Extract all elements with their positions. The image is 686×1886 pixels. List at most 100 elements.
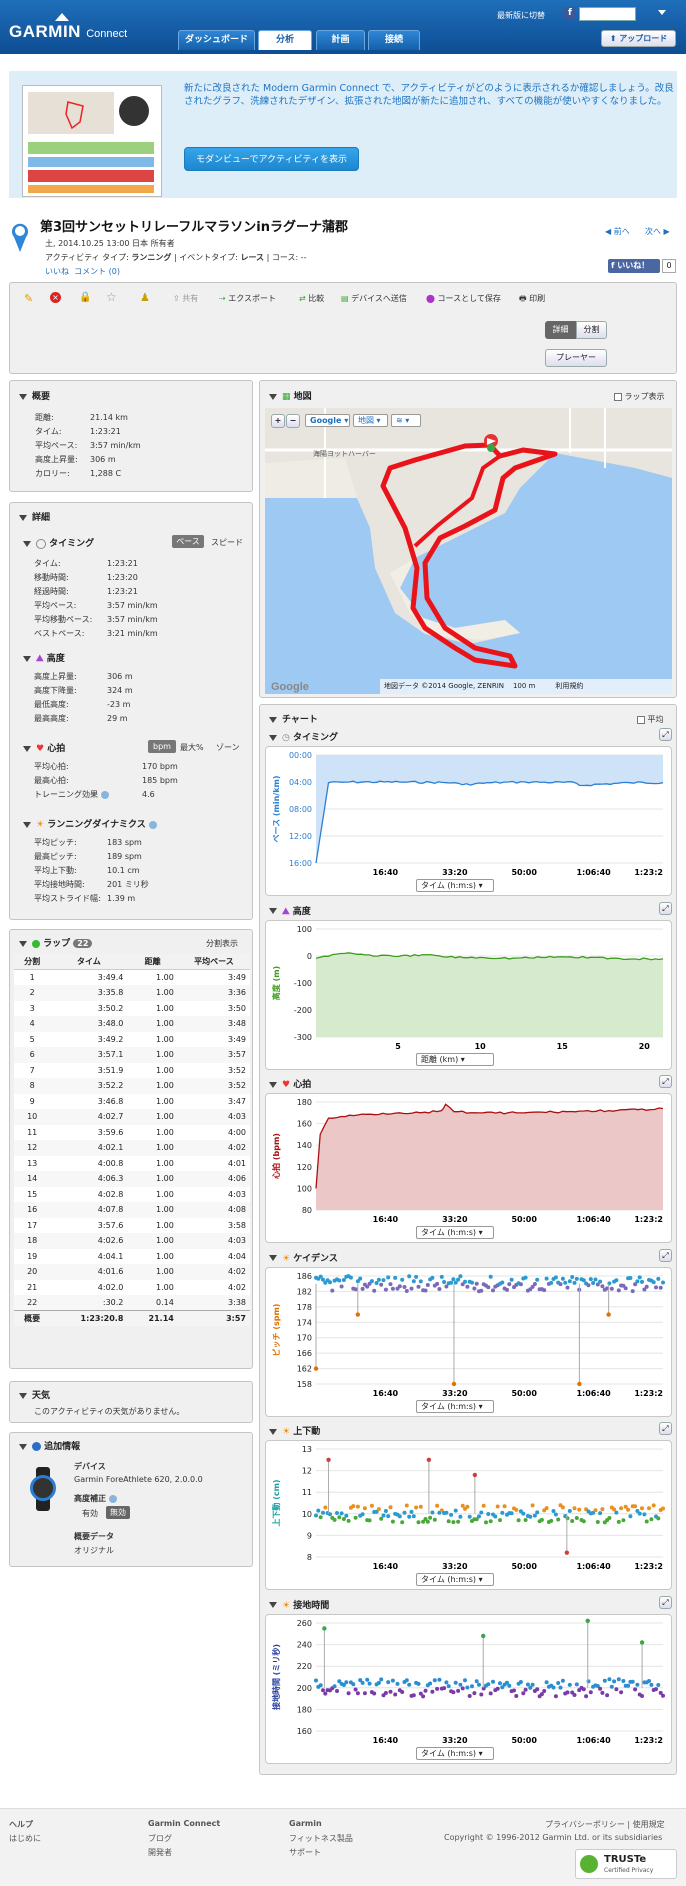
activity-type[interactable]: ランニング bbox=[131, 253, 171, 262]
x-axis-select[interactable]: タイム (h:m:s) ▾ bbox=[416, 1573, 494, 1586]
chart-svg-1[interactable]: 100 0 -100 -200 -300 5 10 15 20 高度 (m) bbox=[266, 921, 673, 1071]
table-row[interactable]: 2 3:35.8 1.00 3:36 bbox=[14, 985, 250, 1001]
column-header[interactable]: 分割 bbox=[14, 954, 50, 970]
laps-total-row[interactable]: 概要 1:23:20.8 21.14 3:57 bbox=[14, 1310, 250, 1326]
x-axis-select[interactable]: タイム (h:m:s) ▾ bbox=[416, 879, 494, 892]
device-name[interactable]: Garmin ForeAthlete 620, 2.0.0.0 bbox=[74, 1475, 203, 1484]
dynamics-help-icon[interactable] bbox=[148, 820, 157, 829]
account-chevron-down-icon[interactable] bbox=[658, 10, 666, 15]
expand-chart-icon[interactable]: ⤢ bbox=[659, 901, 672, 915]
expand-chart-icon[interactable]: ⤢ bbox=[659, 1248, 672, 1262]
table-row[interactable]: 11 3:59.6 1.00 4:00 bbox=[14, 1125, 250, 1141]
player-button[interactable]: プレーヤー bbox=[545, 349, 607, 367]
table-row[interactable]: 8 3:52.2 1.00 3:52 bbox=[14, 1078, 250, 1094]
table-row[interactable]: 5 3:49.2 1.00 3:49 bbox=[14, 1032, 250, 1048]
help-icon[interactable] bbox=[100, 790, 109, 799]
split-view-toggle[interactable]: 分割 bbox=[576, 321, 607, 339]
footer-dev-link[interactable]: 開発者 bbox=[148, 1847, 172, 1858]
table-row[interactable]: 21 4:02.0 1.00 4:02 bbox=[14, 1280, 250, 1296]
footer-blog-link[interactable]: ブログ bbox=[148, 1833, 172, 1844]
upload-button[interactable]: ⬆ アップロード bbox=[601, 30, 676, 47]
elevation-section-title[interactable]: ⛰ 高度 bbox=[23, 651, 65, 664]
map-title[interactable]: ▦ 地図 bbox=[269, 389, 312, 402]
export-button[interactable]: ⇢ エクスポート bbox=[219, 293, 276, 304]
map-type-select[interactable]: 地図 ▾ bbox=[353, 414, 388, 427]
save-course-button[interactable]: ⬤ コースとして保存 bbox=[426, 293, 501, 304]
table-row[interactable]: 22:30.2 0.14 3:38 bbox=[14, 1295, 250, 1311]
chart-svg-2[interactable]: 180 160 140 120 100 80 16:40 33:20 50:00 1:06:40 1… bbox=[266, 1094, 673, 1244]
footer-fitness-link[interactable]: フィットネス製品 bbox=[289, 1833, 353, 1844]
lock-icon[interactable]: 🔒 bbox=[79, 292, 91, 303]
modern-view-button[interactable]: モダンビューでアクティビティを表示 bbox=[184, 147, 359, 171]
weather-title[interactable]: 天気 bbox=[19, 1388, 50, 1401]
chart-title-0[interactable]: ◷ タイミング bbox=[269, 730, 338, 743]
zone-tab[interactable]: ゾーン bbox=[216, 742, 240, 753]
heart-rate-section-title[interactable]: ♥ 心拍 bbox=[23, 741, 65, 754]
table-row[interactable]: 12 4:02.1 1.00 4:02 bbox=[14, 1140, 250, 1156]
bpm-tab[interactable]: bpm bbox=[148, 740, 176, 753]
table-row[interactable]: 3 3:50.2 1.00 3:50 bbox=[14, 1001, 250, 1017]
expand-chart-icon[interactable]: ⤢ bbox=[659, 1422, 672, 1435]
map-provider-select[interactable]: Google ▾ bbox=[305, 414, 350, 427]
chart-title-5[interactable]: ☀ 接地時間 bbox=[269, 1598, 329, 1611]
map-canvas[interactable]: 海陽ヨットハーバー Google + − Google ▾ 地図 ▾ ≋ ▾ 地… bbox=[265, 408, 672, 694]
table-row[interactable]: 4 3:48.0 1.00 3:48 bbox=[14, 1016, 250, 1032]
truste-badge[interactable]: TRUSTe Certified Privacy bbox=[575, 1849, 677, 1879]
footer-intro-link[interactable]: はじめに bbox=[9, 1833, 41, 1844]
split-view-link[interactable]: 分割表示 bbox=[206, 938, 238, 949]
footer-privacy-link[interactable]: プライバシーポリシー | 使用規定 bbox=[545, 1819, 665, 1830]
enabled-option[interactable]: 有効 bbox=[82, 1508, 98, 1519]
speed-tab[interactable]: スピード bbox=[211, 537, 243, 548]
table-row[interactable]: 6 3:57.1 1.00 3:57 bbox=[14, 1047, 250, 1063]
timing-section-title[interactable]: タイミング bbox=[23, 536, 94, 549]
charts-title[interactable]: チャート bbox=[269, 712, 318, 725]
x-axis-select[interactable]: タイム (h:m:s) ▾ bbox=[416, 1399, 494, 1413]
prev-link[interactable]: ◀ 前へ bbox=[605, 226, 630, 237]
lap-display-checkbox[interactable] bbox=[614, 392, 622, 401]
facebook-icon[interactable]: f bbox=[564, 7, 576, 19]
chart-svg-0[interactable]: 00:00 04:00 08:00 12:00 16:00 16:40 33:20 50:00… bbox=[266, 747, 673, 897]
table-row[interactable]: 14 4:06.3 1.00 4:06 bbox=[14, 1171, 250, 1187]
person-icon[interactable]: ♟ bbox=[140, 291, 150, 304]
average-checkbox[interactable] bbox=[637, 715, 645, 724]
expand-chart-icon[interactable]: ⤢ bbox=[659, 1075, 672, 1088]
zoom-in-button[interactable]: + bbox=[271, 414, 285, 428]
chart-svg-5[interactable]: 260 240 220 200 180 160 16:40 33:20 50:00 1:06:40… bbox=[266, 1615, 673, 1765]
table-row[interactable]: 1 3:49.4 1.00 3:49 bbox=[14, 970, 250, 986]
laps-title[interactable]: ラップ 22 bbox=[19, 936, 93, 949]
tab-connect[interactable]: 接続 bbox=[368, 30, 420, 50]
column-header[interactable]: 平均ペース bbox=[178, 954, 250, 970]
x-axis-select[interactable]: 距離 (km) ▾ bbox=[416, 1052, 494, 1066]
disabled-option[interactable]: 無効 bbox=[106, 1506, 130, 1519]
pace-tab[interactable]: ペース bbox=[172, 535, 204, 548]
lap-display-toggle[interactable]: ラップ表示 bbox=[614, 391, 665, 402]
tab-analysis[interactable]: 分析 bbox=[258, 30, 312, 50]
help-icon[interactable] bbox=[108, 1494, 117, 1503]
table-row[interactable]: 19 4:04.1 1.00 4:04 bbox=[14, 1249, 250, 1265]
details-title[interactable]: 詳細 bbox=[19, 510, 50, 523]
table-row[interactable]: 17 3:57.6 1.00 3:58 bbox=[14, 1218, 250, 1234]
footer-support-link[interactable]: サポート bbox=[289, 1847, 321, 1858]
chart-title-3[interactable]: ☀ ケイデンス bbox=[269, 1251, 338, 1264]
column-header[interactable]: タイム bbox=[50, 954, 127, 970]
zoom-out-button[interactable]: − bbox=[286, 414, 300, 428]
facebook-like-button[interactable]: f いいね！ bbox=[608, 259, 660, 273]
new-version-link[interactable]: 最新版に切替 bbox=[497, 10, 545, 21]
table-row[interactable]: 18 4:02.6 1.00 4:03 bbox=[14, 1233, 250, 1249]
event-type[interactable]: レース bbox=[240, 253, 264, 262]
detail-view-toggle[interactable]: 詳細 bbox=[545, 321, 576, 339]
chart-title-1[interactable]: ⛰ 高度 bbox=[269, 904, 311, 917]
layers-select[interactable]: ≋ ▾ bbox=[391, 414, 421, 427]
activity-title[interactable]: 第3回サンセットリレーフルマラソンinラグーナ蒲郡 bbox=[40, 216, 348, 235]
table-row[interactable]: 20 4:01.6 1.00 4:02 bbox=[14, 1264, 250, 1280]
summary-title[interactable]: 概要 bbox=[19, 389, 50, 402]
chart-title-2[interactable]: ♥ 心拍 bbox=[269, 1077, 311, 1090]
table-row[interactable]: 16 4:07.8 1.00 4:08 bbox=[14, 1202, 250, 1218]
comments-link[interactable]: コメント (0) bbox=[74, 267, 120, 276]
chart-svg-4[interactable]: 13 12 11 10 9 8 16:40 33:20 50:00 1:06:40 1:23:2 上下… bbox=[266, 1441, 673, 1591]
compare-button[interactable]: ⇄ 比較 bbox=[299, 293, 324, 304]
star-icon[interactable]: ☆ bbox=[106, 290, 117, 304]
table-row[interactable]: 13 4:00.8 1.00 4:01 bbox=[14, 1156, 250, 1172]
chart-svg-3[interactable]: 186 182 178 174 170 166 162 158 16:40 33:20 50:00 1… bbox=[266, 1268, 673, 1418]
x-axis-select[interactable]: タイム (h:m:s) ▾ bbox=[416, 1746, 494, 1760]
